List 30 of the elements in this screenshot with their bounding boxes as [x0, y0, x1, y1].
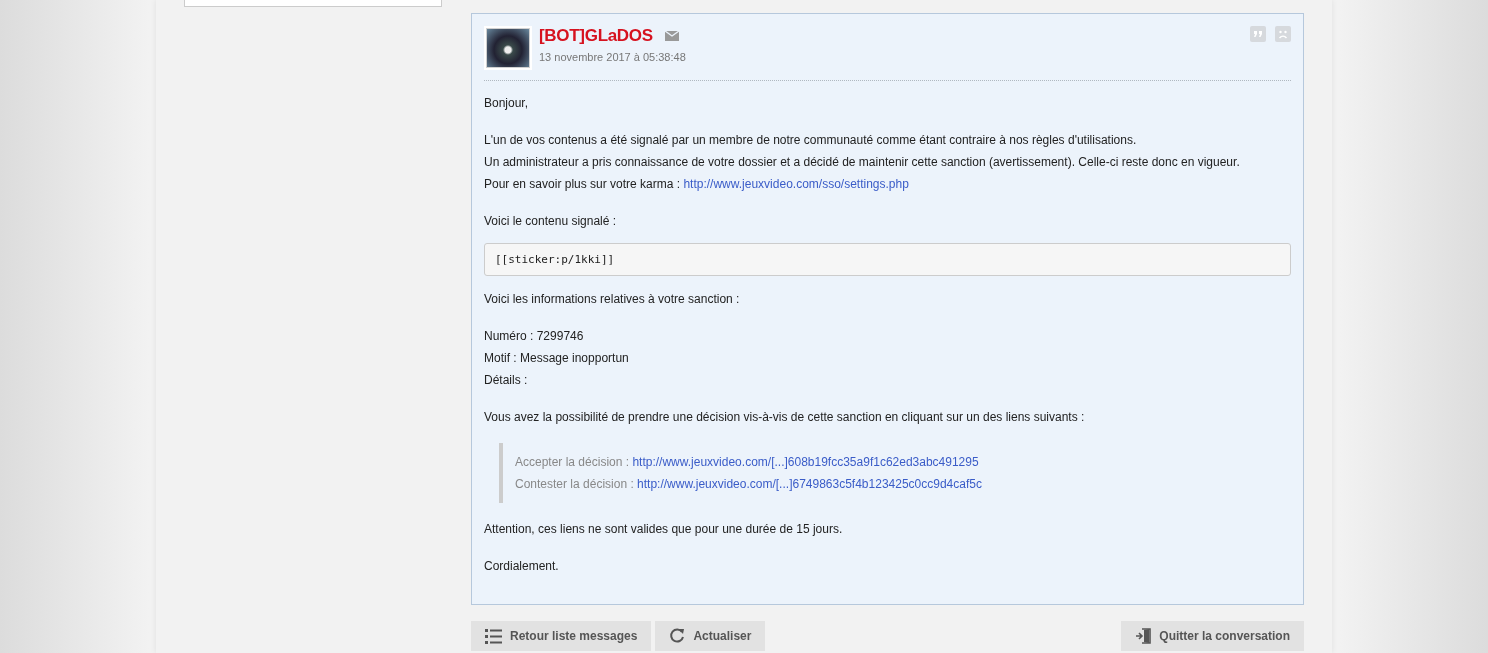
quit-button[interactable]: Quitter la conversation — [1121, 621, 1304, 651]
message-text: Voici les informations relatives à votre sanction : — [484, 292, 740, 306]
author-name[interactable]: [BOT]GLaDOS — [539, 26, 653, 46]
refresh-icon — [669, 628, 686, 644]
quote-icon[interactable] — [1250, 26, 1266, 42]
message-text: Voici le contenu signalé : — [484, 214, 617, 228]
exit-door-icon — [1135, 628, 1152, 644]
sad-face-icon[interactable] — [1275, 26, 1291, 42]
message-text: Numéro : 7299746 — [484, 329, 584, 343]
message-text: Attention, ces liens ne sont valides que pour une durée de 15 jours. — [484, 522, 843, 536]
quote-text: Contester la décision : — [515, 477, 635, 491]
action-button[interactable]: Actualiser — [655, 621, 766, 651]
action-button[interactable]: Retour liste messages — [471, 621, 652, 651]
message-text: Cordialement. — [484, 559, 559, 573]
link[interactable]: http://www.jeuxvideo.com/[...]6749863c5f4b123425c0cc9d4caf5c — [637, 477, 982, 491]
quote-text: Accepter la décision : — [515, 455, 631, 469]
list-icon — [485, 628, 502, 644]
message-text: Vous avez la possibilité de prendre une décision vis-à-vis de cette sanction en cliquant sur un des liens suivants : — [484, 410, 1085, 424]
message-text: Motif : Message inopportun — [484, 351, 629, 365]
message-text: Bonjour, — [484, 96, 529, 110]
link[interactable]: http://www.jeuxvideo.com/[...]608b19fcc35a9f1c62ed3abc491295 — [632, 455, 979, 469]
envelope-icon[interactable] — [664, 31, 679, 41]
message-text: Pour en savoir plus sur votre karma : — [484, 177, 682, 191]
message-text: L'un de vos contenus a été signalé par un membre de notre communauté comme étant contraire à nos règles d'utilisations. — [484, 133, 1137, 147]
code-text: [[sticker:p/1kki]] — [495, 253, 615, 266]
message-date: 13 novembre 2017 à 05:38:48 — [539, 51, 686, 63]
avatar-image — [486, 28, 530, 68]
message-text: Détails : — [484, 373, 528, 387]
link[interactable]: http://www.jeuxvideo.com/sso/settings.php — [683, 177, 909, 191]
message-text: Un administrateur a pris connaissance de votre dossier et a décidé de maintenir cette sanction (avertissement). Celle-ci reste donc en vigueur. — [484, 155, 1240, 169]
